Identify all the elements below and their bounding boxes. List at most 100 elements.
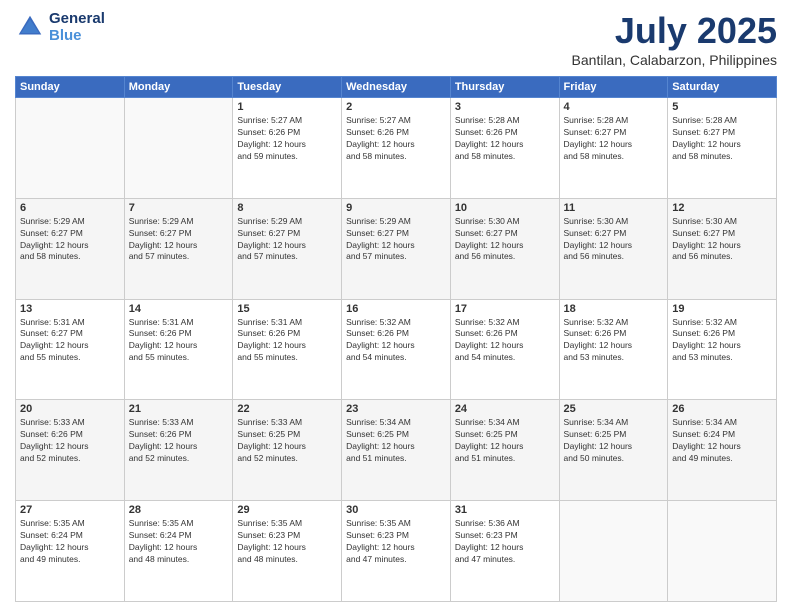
month-title: July 2025 — [572, 10, 777, 52]
calendar-cell: 20 Sunrise: 5:33 AM Sunset: 6:26 PM Dayli… — [16, 400, 125, 501]
day-info: Sunrise: 5:31 AM Sunset: 6:26 PM Dayligh… — [129, 317, 229, 365]
calendar-cell: 3 Sunrise: 5:28 AM Sunset: 6:26 PM Daylig… — [450, 98, 559, 199]
day-number: 3 — [455, 101, 555, 113]
day-info: Sunrise: 5:35 AM Sunset: 6:24 PM Dayligh… — [129, 518, 229, 566]
calendar-cell: 31Sunrise: 5:36 AM Sunset: 6:23 PM Dayli… — [450, 501, 559, 602]
calendar-cell: 16Sunrise: 5:32 AM Sunset: 6:26 PM Dayli… — [342, 299, 451, 400]
week-row-5: 27Sunrise: 5:35 AM Sunset: 6:24 PM Dayli… — [16, 501, 777, 602]
day-info: Sunrise: 5:35 AM Sunset: 6:24 PM Dayligh… — [20, 518, 120, 566]
calendar-cell: 4Sunrise: 5:28 AM Sunset: 6:27 PM Daylig… — [559, 98, 668, 199]
day-number: 2 — [346, 101, 446, 113]
day-info: Sunrise: 5:33 AM Sunset: 6:26 PM Dayligh… — [129, 417, 229, 465]
day-info: Sunrise: 5:33 AM Sunset: 6:25 PM Dayligh… — [237, 417, 337, 465]
day-info: Sunrise: 5:31 AM Sunset: 6:27 PM Dayligh… — [20, 317, 120, 365]
week-row-4: 20 Sunrise: 5:33 AM Sunset: 6:26 PM Dayli… — [16, 400, 777, 501]
day-number: 11 — [564, 202, 664, 214]
day-number: 10 — [455, 202, 555, 214]
location: Bantilan, Calabarzon, Philippines — [572, 52, 777, 68]
calendar-cell: 10Sunrise: 5:30 AM Sunset: 6:27 PM Dayli… — [450, 198, 559, 299]
weekday-header-row: SundayMondayTuesdayWednesdayThursdayFrid… — [16, 77, 777, 98]
calendar-cell: 29 Sunrise: 5:35 AM Sunset: 6:23 PM Dayli… — [233, 501, 342, 602]
calendar-cell: 28 Sunrise: 5:35 AM Sunset: 6:24 PM Dayli… — [124, 501, 233, 602]
day-number: 21 — [129, 403, 229, 415]
header: General Blue July 2025 Bantilan, Calabar… — [15, 10, 777, 68]
page: General Blue July 2025 Bantilan, Calabar… — [0, 0, 792, 612]
calendar-cell: 15Sunrise: 5:31 AM Sunset: 6:26 PM Dayli… — [233, 299, 342, 400]
day-info: Sunrise: 5:27 AM Sunset: 6:26 PM Dayligh… — [346, 115, 446, 163]
day-number: 4 — [564, 101, 664, 113]
day-number: 25 — [564, 403, 664, 415]
calendar-cell: 8 Sunrise: 5:29 AM Sunset: 6:27 PM Daylig… — [233, 198, 342, 299]
day-number: 14 — [129, 303, 229, 315]
day-number: 19 — [672, 303, 772, 315]
day-number: 9 — [346, 202, 446, 214]
day-info: Sunrise: 5:34 AM Sunset: 6:25 PM Dayligh… — [455, 417, 555, 465]
calendar-cell: 27Sunrise: 5:35 AM Sunset: 6:24 PM Dayli… — [16, 501, 125, 602]
calendar-cell: 2 Sunrise: 5:27 AM Sunset: 6:26 PM Daylig… — [342, 98, 451, 199]
calendar-cell: 12Sunrise: 5:30 AM Sunset: 6:27 PM Dayli… — [668, 198, 777, 299]
day-info: Sunrise: 5:27 AM Sunset: 6:26 PM Dayligh… — [237, 115, 337, 163]
calendar-cell: 14 Sunrise: 5:31 AM Sunset: 6:26 PM Dayli… — [124, 299, 233, 400]
calendar-cell: 1Sunrise: 5:27 AM Sunset: 6:26 PM Daylig… — [233, 98, 342, 199]
day-number: 31 — [455, 504, 555, 516]
calendar-cell: 22Sunrise: 5:33 AM Sunset: 6:25 PM Dayli… — [233, 400, 342, 501]
day-info: Sunrise: 5:29 AM Sunset: 6:27 PM Dayligh… — [237, 216, 337, 264]
day-info: Sunrise: 5:33 AM Sunset: 6:26 PM Dayligh… — [20, 417, 120, 465]
day-number: 18 — [564, 303, 664, 315]
day-info: Sunrise: 5:31 AM Sunset: 6:26 PM Dayligh… — [237, 317, 337, 365]
calendar-cell: 5Sunrise: 5:28 AM Sunset: 6:27 PM Daylig… — [668, 98, 777, 199]
logo: General Blue — [15, 10, 105, 44]
calendar-cell: 21 Sunrise: 5:33 AM Sunset: 6:26 PM Dayli… — [124, 400, 233, 501]
day-number: 28 — [129, 504, 229, 516]
day-info: Sunrise: 5:29 AM Sunset: 6:27 PM Dayligh… — [129, 216, 229, 264]
weekday-saturday: Saturday — [668, 77, 777, 98]
day-number: 29 — [237, 504, 337, 516]
week-row-2: 6 Sunrise: 5:29 AM Sunset: 6:27 PM Daylig… — [16, 198, 777, 299]
day-info: Sunrise: 5:34 AM Sunset: 6:24 PM Dayligh… — [672, 417, 772, 465]
day-info: Sunrise: 5:35 AM Sunset: 6:23 PM Dayligh… — [237, 518, 337, 566]
weekday-thursday: Thursday — [450, 77, 559, 98]
day-number: 6 — [20, 202, 120, 214]
day-number: 7 — [129, 202, 229, 214]
calendar-cell: 30 Sunrise: 5:35 AM Sunset: 6:23 PM Dayli… — [342, 501, 451, 602]
day-info: Sunrise: 5:29 AM Sunset: 6:27 PM Dayligh… — [20, 216, 120, 264]
day-number: 24 — [455, 403, 555, 415]
logo-text: General Blue — [49, 10, 105, 44]
day-number: 30 — [346, 504, 446, 516]
weekday-friday: Friday — [559, 77, 668, 98]
day-number: 5 — [672, 101, 772, 113]
day-info: Sunrise: 5:35 AM Sunset: 6:23 PM Dayligh… — [346, 518, 446, 566]
day-info: Sunrise: 5:29 AM Sunset: 6:27 PM Dayligh… — [346, 216, 446, 264]
day-info: Sunrise: 5:32 AM Sunset: 6:26 PM Dayligh… — [672, 317, 772, 365]
day-info: Sunrise: 5:34 AM Sunset: 6:25 PM Dayligh… — [564, 417, 664, 465]
calendar-cell: 25 Sunrise: 5:34 AM Sunset: 6:25 PM Dayli… — [559, 400, 668, 501]
calendar-cell: 19 Sunrise: 5:32 AM Sunset: 6:26 PM Dayli… — [668, 299, 777, 400]
weekday-wednesday: Wednesday — [342, 77, 451, 98]
day-number: 16 — [346, 303, 446, 315]
day-info: Sunrise: 5:32 AM Sunset: 6:26 PM Dayligh… — [455, 317, 555, 365]
day-info: Sunrise: 5:34 AM Sunset: 6:25 PM Dayligh… — [346, 417, 446, 465]
day-number: 20 — [20, 403, 120, 415]
calendar-cell: 7 Sunrise: 5:29 AM Sunset: 6:27 PM Daylig… — [124, 198, 233, 299]
logo-icon — [15, 12, 45, 42]
calendar-cell: 13 Sunrise: 5:31 AM Sunset: 6:27 PM Dayli… — [16, 299, 125, 400]
calendar-cell: 24 Sunrise: 5:34 AM Sunset: 6:25 PM Dayli… — [450, 400, 559, 501]
day-number: 13 — [20, 303, 120, 315]
calendar-cell: 11Sunrise: 5:30 AM Sunset: 6:27 PM Dayli… — [559, 198, 668, 299]
weekday-monday: Monday — [124, 77, 233, 98]
calendar-cell: 17Sunrise: 5:32 AM Sunset: 6:26 PM Dayli… — [450, 299, 559, 400]
calendar-cell — [668, 501, 777, 602]
week-row-3: 13 Sunrise: 5:31 AM Sunset: 6:27 PM Dayli… — [16, 299, 777, 400]
day-number: 12 — [672, 202, 772, 214]
calendar-cell: 23Sunrise: 5:34 AM Sunset: 6:25 PM Dayli… — [342, 400, 451, 501]
calendar-cell: 6 Sunrise: 5:29 AM Sunset: 6:27 PM Daylig… — [16, 198, 125, 299]
title-block: July 2025 Bantilan, Calabarzon, Philippi… — [572, 10, 777, 68]
calendar-cell — [16, 98, 125, 199]
calendar-cell: 18 Sunrise: 5:32 AM Sunset: 6:26 PM Dayli… — [559, 299, 668, 400]
calendar-cell: 26Sunrise: 5:34 AM Sunset: 6:24 PM Dayli… — [668, 400, 777, 501]
day-info: Sunrise: 5:28 AM Sunset: 6:26 PM Dayligh… — [455, 115, 555, 163]
weekday-sunday: Sunday — [16, 77, 125, 98]
calendar-table: SundayMondayTuesdayWednesdayThursdayFrid… — [15, 76, 777, 602]
day-info: Sunrise: 5:32 AM Sunset: 6:26 PM Dayligh… — [564, 317, 664, 365]
day-number: 8 — [237, 202, 337, 214]
